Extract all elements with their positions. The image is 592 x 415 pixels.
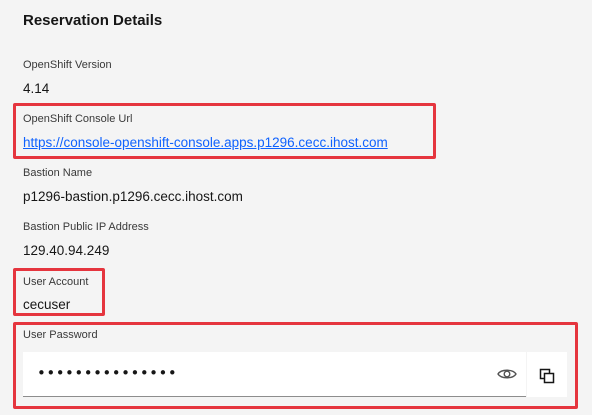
eye-icon[interactable] [497, 366, 517, 382]
user-account-label: User Account [23, 276, 89, 288]
reservation-details-panel: Reservation Details OpenShift Version 4.… [0, 0, 592, 415]
console-url-link[interactable]: https://console-openshift-console.apps.p… [23, 135, 388, 150]
console-url-label: OpenShift Console Url [23, 113, 133, 125]
bastion-ip-label: Bastion Public IP Address [23, 221, 149, 233]
password-field[interactable]: ••••••••••••••• [23, 352, 526, 397]
password-masked-value: ••••••••••••••• [37, 364, 178, 382]
copy-icon [539, 368, 555, 384]
openshift-version-label: OpenShift Version [23, 59, 112, 71]
copy-button[interactable] [527, 352, 567, 397]
bastion-name-label: Bastion Name [23, 167, 93, 179]
bastion-name-value: p1296-bastion.p1296.cecc.ihost.com [23, 189, 243, 204]
openshift-version-value: 4.14 [23, 81, 50, 96]
user-password-label: User Password [23, 329, 98, 341]
console-url-highlight [13, 103, 436, 159]
bastion-ip-value: 129.40.94.249 [23, 243, 110, 258]
panel-title: Reservation Details [23, 12, 163, 29]
user-account-value: cecuser [23, 297, 71, 312]
